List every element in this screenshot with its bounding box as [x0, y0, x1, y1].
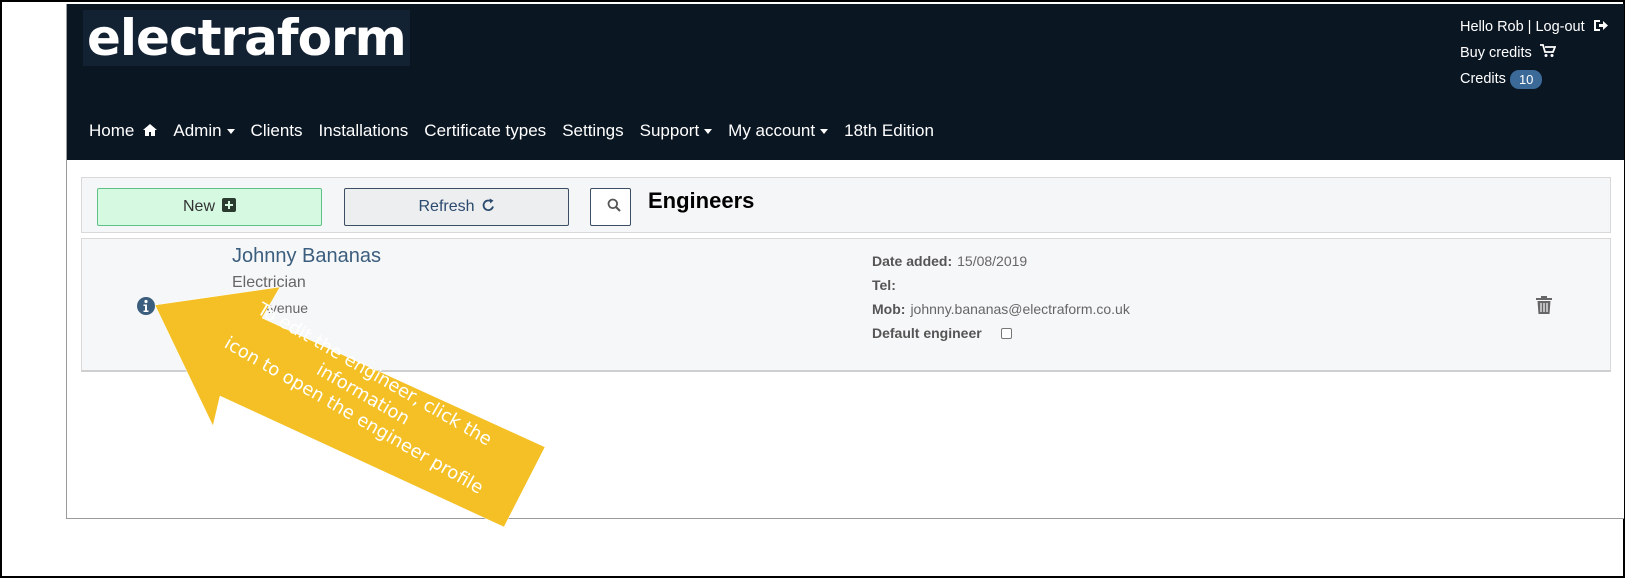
nav-clients[interactable]: Clients: [251, 121, 303, 141]
engineer-role: Electrician: [232, 274, 306, 291]
nav-18th-edition-label: 18th Edition: [844, 121, 934, 140]
nav-admin-label: Admin: [173, 121, 222, 140]
nav-home[interactable]: Home: [89, 121, 158, 141]
refresh-button[interactable]: Refresh: [344, 188, 569, 226]
separator: |: [1527, 19, 1532, 35]
nav-home-label: Home: [89, 121, 135, 140]
screenshot-frame: electraform Hello Rob | Log-out Buy cred…: [0, 0, 1625, 578]
nav-certificate-types[interactable]: Certificate types: [424, 121, 546, 141]
home-icon: [134, 121, 158, 141]
engineer-name[interactable]: Johnny Bananas: [232, 245, 381, 268]
site-header: electraform Hello Rob | Log-out Buy cred…: [67, 4, 1624, 160]
engineer-address: acia Avenue: [232, 300, 309, 316]
nav-admin[interactable]: Admin: [173, 121, 235, 141]
date-added-label: Date added:: [872, 253, 953, 269]
nav-support[interactable]: Support: [640, 121, 713, 141]
nav-support-label: Support: [639, 121, 700, 140]
new-button-label: New: [182, 198, 215, 215]
logout-link[interactable]: Log-out: [1535, 19, 1584, 35]
greeting-text: Hello Rob: [1460, 19, 1524, 35]
main-nav: Home Admin Clients Installations Certifi…: [89, 121, 950, 141]
info-circle-icon[interactable]: [136, 296, 156, 321]
engineer-card: Johnny Bananas Electrician acia Avenue D…: [81, 238, 1611, 372]
default-engineer-label: Default engineer: [872, 325, 982, 341]
new-button[interactable]: New: [97, 188, 322, 226]
tel-label: Tel:: [872, 277, 896, 293]
buy-credits-link[interactable]: Buy credits: [1460, 45, 1532, 61]
chevron-down-icon: [704, 128, 713, 134]
refresh-icon: [475, 198, 495, 217]
nav-settings-label: Settings: [562, 121, 624, 140]
account-panel: Hello Rob | Log-out Buy credits Credits …: [1460, 14, 1610, 92]
logo[interactable]: electraform: [83, 10, 410, 66]
engineers-toolbar: New Refresh Engineers: [81, 177, 1611, 233]
engineer-details: Date added: 15/08/2019 Tel: Mob: johnny.…: [872, 249, 1130, 345]
plus-square-icon: [215, 197, 236, 217]
mob-value: johnny.bananas@electraform.co.uk: [910, 301, 1130, 317]
search-button[interactable]: [590, 188, 631, 226]
trash-icon[interactable]: [1536, 296, 1552, 319]
logout-icon[interactable]: [1585, 19, 1608, 36]
chevron-down-icon: [226, 128, 235, 134]
nav-installations[interactable]: Installations: [319, 121, 409, 141]
credits-badge: 10: [1509, 69, 1543, 89]
refresh-button-label: Refresh: [418, 198, 475, 215]
app-window: electraform Hello Rob | Log-out Buy cred…: [66, 4, 1624, 519]
mob-label: Mob:: [872, 301, 906, 317]
credits-label: Credits: [1460, 71, 1506, 87]
search-icon: [600, 198, 621, 217]
nav-my-account[interactable]: My account: [728, 121, 829, 141]
nav-18th-edition[interactable]: 18th Edition: [844, 121, 934, 141]
nav-installations-label: Installations: [318, 121, 409, 140]
cart-icon[interactable]: [1532, 44, 1557, 62]
nav-settings[interactable]: Settings: [562, 121, 623, 141]
default-engineer-checkbox[interactable]: [1000, 327, 1012, 339]
nav-clients-label: Clients: [250, 121, 303, 140]
logo-text: electraform: [87, 9, 407, 67]
nav-certificate-types-label: Certificate types: [424, 121, 547, 140]
page-title: Engineers: [648, 188, 755, 213]
date-added-value: 15/08/2019: [957, 253, 1028, 269]
chevron-down-icon: [820, 128, 829, 134]
nav-my-account-label: My account: [728, 121, 816, 140]
